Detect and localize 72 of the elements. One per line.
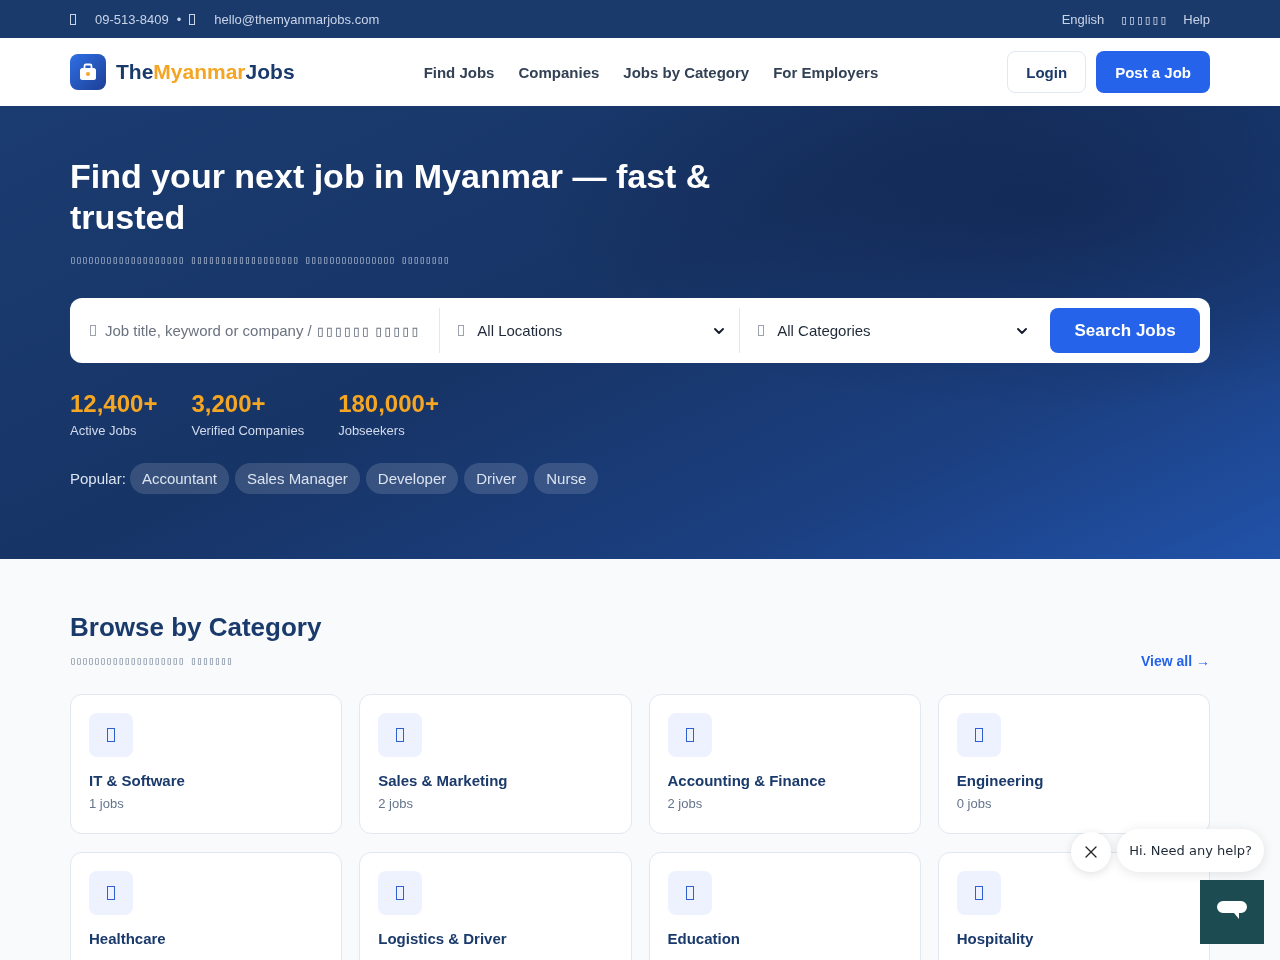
- top-bar-link[interactable]: Help: [1183, 11, 1210, 27]
- missing-glyph-icon: [90, 325, 96, 336]
- category-name: IT & Software: [89, 772, 186, 790]
- hero-title: Find your next job in Myanmar — fast & trusted: [70, 156, 712, 238]
- section-subtitle: ▯▯▯▯▯▯▯▯▯▯▯▯▯▯▯▯▯▯▯ ▯▯▯▯▯▯▯: [70, 654, 233, 668]
- category-name: Accounting & Finance: [667, 772, 827, 790]
- category-name: Healthcare: [89, 930, 167, 948]
- popular-tag[interactable]: Sales Manager: [234, 463, 360, 494]
- chevron-down-icon: [714, 327, 725, 334]
- category-icon: [89, 871, 133, 915]
- job-count: 0 jobs: [956, 796, 993, 812]
- category-icon: [956, 871, 1001, 915]
- hero-subtitle: ▯▯▯▯▯▯▯▯▯▯▯▯▯▯▯▯▯▯▯ ▯▯▯▯▯▯▯▯▯▯▯▯▯▯▯▯▯▯ ▯▯▯▯▯▯▯▯▯▯▯▯▯▯▯ ▯▯▯▯▯▯▯▯: [70, 253, 450, 267]
- logo-wordmark[interactable]: TheMyanmarJobs: [116, 60, 295, 84]
- search-input[interactable]: Job title, keyword or company / ▯▯▯▯▯▯ ▯▯▯▯▯: [105, 318, 432, 343]
- stat-label: Verified Companies: [191, 423, 305, 439]
- login-button[interactable]: Login: [1007, 51, 1087, 93]
- popular-tag[interactable]: Developer: [365, 463, 459, 494]
- stat-value: 3,200+: [191, 391, 267, 417]
- nav-link[interactable]: Jobs by Category: [623, 63, 750, 81]
- search-button[interactable]: Search Jobs: [1050, 308, 1200, 353]
- stat-label: Jobseekers: [338, 423, 406, 439]
- category-icon: [378, 871, 423, 915]
- popular-label: Popular:: [70, 470, 126, 487]
- category-icon: [667, 871, 712, 915]
- popular-tag[interactable]: Driver: [464, 463, 529, 494]
- nav-link[interactable]: Find Jobs: [423, 63, 495, 81]
- phone-number: 09-513-8409: [95, 11, 169, 27]
- missing-glyph-icon: [458, 325, 465, 336]
- popular-tag[interactable]: Accountant: [129, 463, 229, 494]
- category-icon: [956, 713, 1001, 757]
- job-count: 1 jobs: [89, 796, 125, 812]
- missing-glyph-icon: [189, 13, 196, 25]
- nav-link[interactable]: Companies: [518, 63, 600, 81]
- nav-link[interactable]: For Employers: [773, 63, 879, 81]
- category-card[interactable]: Logistics & Driver: [359, 852, 632, 960]
- category-name: Engineering: [956, 772, 1045, 790]
- category-icon: [667, 713, 712, 757]
- missing-glyph-icon: [70, 13, 76, 25]
- category-select[interactable]: All Categories: [739, 308, 1037, 353]
- top-bar-link[interactable]: ▯▯▯▯▯▯: [1120, 11, 1168, 27]
- separator-dot: •: [176, 11, 182, 27]
- logo-icon[interactable]: [70, 54, 106, 90]
- missing-glyph-icon: [758, 325, 765, 336]
- job-count: 2 jobs: [378, 796, 414, 812]
- post-job-button[interactable]: Post a Job: [1096, 51, 1210, 93]
- category-name: Education: [667, 930, 741, 948]
- popular-tag[interactable]: Nurse: [534, 463, 599, 494]
- stat-value: 180,000+: [338, 391, 439, 417]
- category-card[interactable]: Sales & Marketing 2 jobs: [359, 694, 632, 834]
- chat-button[interactable]: [1200, 880, 1264, 944]
- category-icon: [89, 713, 133, 757]
- category-card[interactable]: Engineering 0 jobs: [937, 694, 1210, 834]
- email-address: hello@themyanmarjobs.com: [214, 11, 380, 27]
- category-card[interactable]: IT & Software 1 jobs: [70, 694, 343, 834]
- category-icon: [378, 713, 423, 757]
- category-name: Hospitality: [956, 930, 1035, 948]
- section-title: Browse by Category: [70, 611, 322, 643]
- top-bar-link[interactable]: English: [1061, 11, 1105, 27]
- stat-value: 12,400+: [70, 391, 158, 417]
- category-card[interactable]: Accounting & Finance 2 jobs: [648, 694, 921, 834]
- category-name: Sales & Marketing: [378, 772, 509, 790]
- category-name: Logistics & Driver: [378, 930, 508, 948]
- close-icon: [1085, 846, 1097, 858]
- job-count: 2 jobs: [667, 796, 704, 812]
- chevron-down-icon: [1017, 327, 1028, 334]
- location-select[interactable]: All Locations: [439, 308, 740, 353]
- chat-message: Hi. Need any help?: [1117, 829, 1264, 872]
- category-card[interactable]: Healthcare: [70, 852, 343, 960]
- stat-label: Active Jobs: [70, 423, 138, 439]
- view-all-link[interactable]: View all →: [1141, 653, 1210, 669]
- category-card[interactable]: Education: [648, 852, 921, 960]
